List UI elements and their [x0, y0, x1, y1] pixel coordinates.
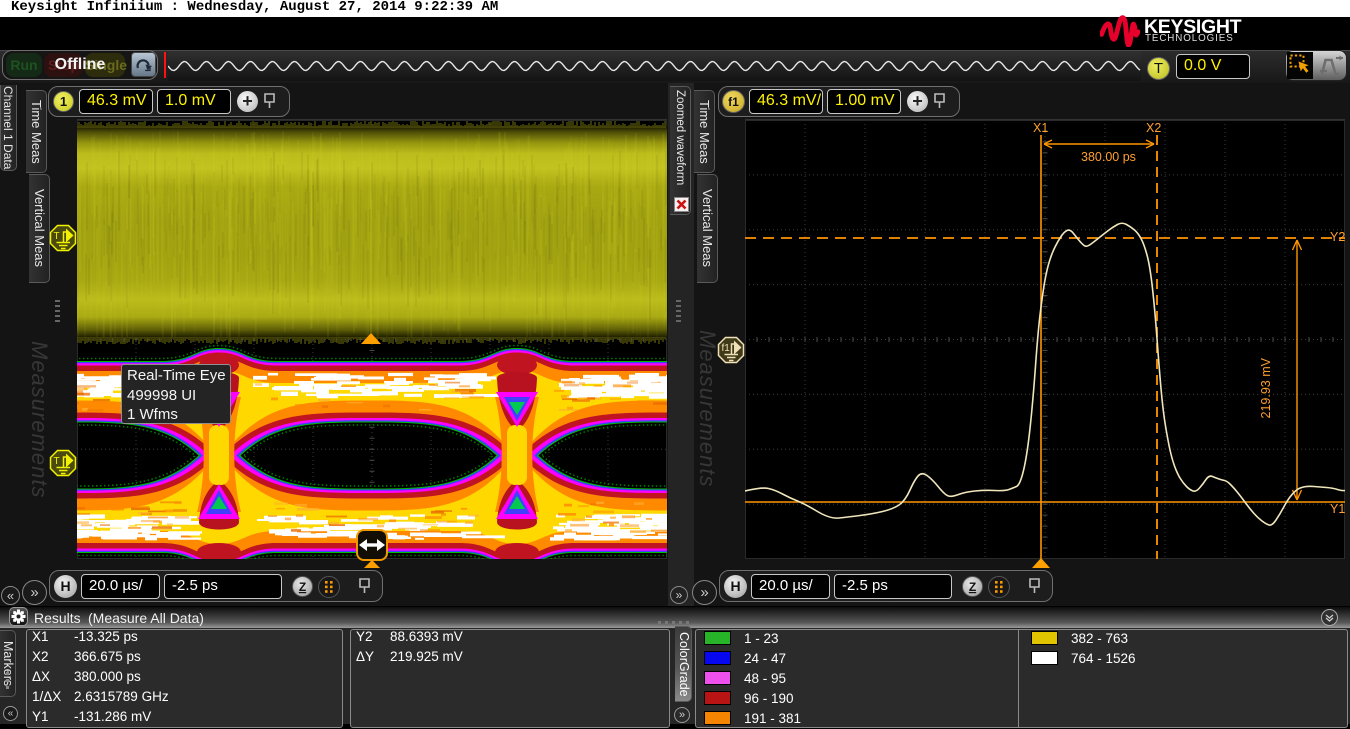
- svg-text:Z: Z: [969, 580, 976, 594]
- svg-text:Z: Z: [299, 580, 306, 594]
- svg-text:T: T: [54, 456, 60, 467]
- svg-text:f1: f1: [722, 343, 731, 354]
- svg-text:T: T: [54, 231, 60, 242]
